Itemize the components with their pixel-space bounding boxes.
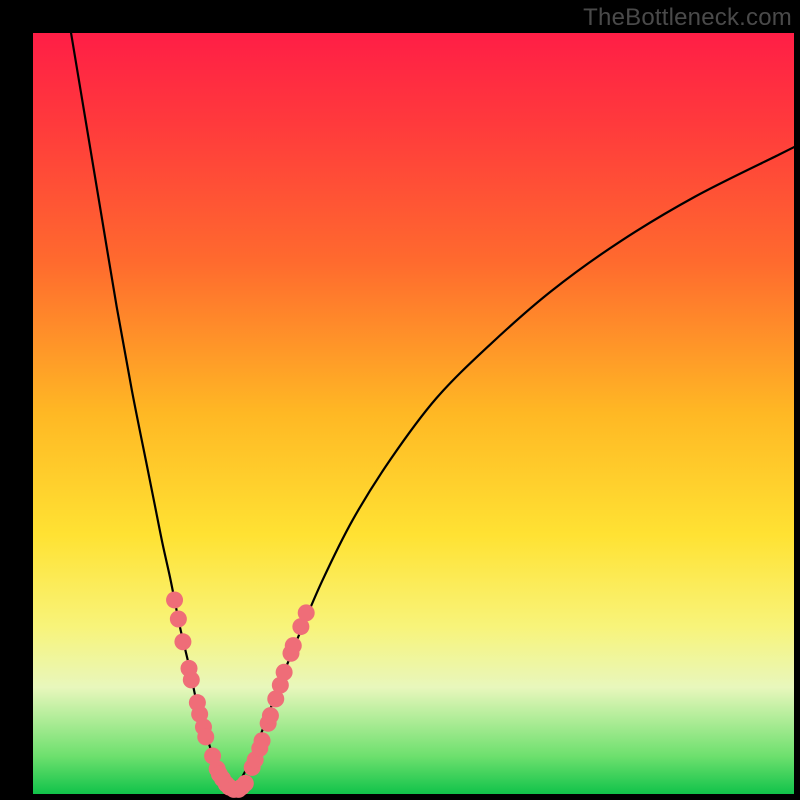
- data-marker: [276, 664, 293, 681]
- data-marker: [197, 728, 214, 745]
- curve-right-curve: [231, 147, 794, 790]
- chart-frame: TheBottleneck.com: [0, 0, 800, 800]
- data-marker: [298, 604, 315, 621]
- data-marker: [166, 591, 183, 608]
- data-marker: [262, 707, 279, 724]
- data-marker: [174, 633, 191, 650]
- curve-layer: [0, 0, 800, 800]
- data-marker: [254, 732, 271, 749]
- data-marker: [285, 637, 302, 654]
- data-marker: [237, 775, 254, 792]
- data-marker: [183, 671, 200, 688]
- watermark-text: TheBottleneck.com: [583, 4, 792, 32]
- data-marker: [170, 610, 187, 627]
- curve-left-curve: [71, 33, 231, 790]
